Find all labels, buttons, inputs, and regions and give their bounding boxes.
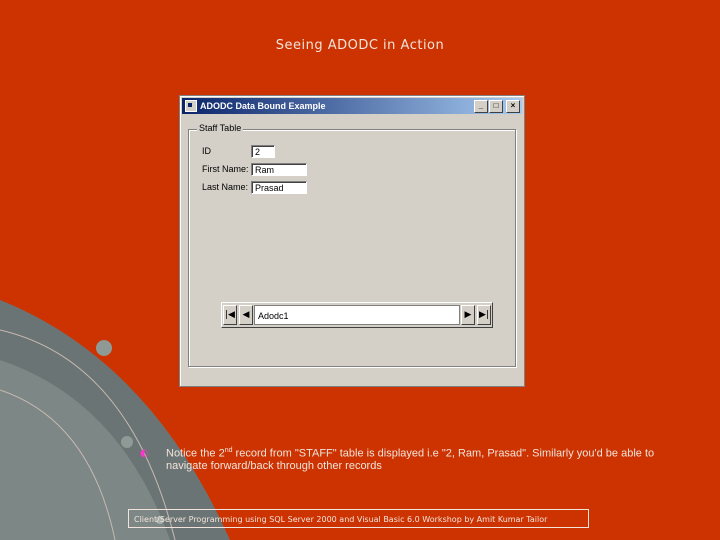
note-superscript: nd — [224, 447, 233, 454]
app-icon — [185, 100, 197, 112]
note-prefix: Notice the 2 — [166, 447, 225, 460]
first-record-button[interactable]: |◀ — [223, 305, 237, 325]
id-field[interactable]: 2 — [251, 145, 275, 158]
adodc-caption: Adodc1 — [254, 305, 460, 325]
maximize-button[interactable]: □ — [489, 99, 503, 113]
close-button[interactable]: × — [506, 99, 520, 113]
last-name-label: Last Name: — [202, 182, 249, 192]
minimize-button[interactable]: _ — [474, 99, 488, 113]
slide-title: Seeing ADODC in Action — [275, 38, 445, 53]
bullet-icon: ◐ — [140, 448, 149, 459]
first-name-field[interactable]: Ram — [251, 163, 307, 176]
previous-record-button[interactable]: ◀ — [239, 305, 253, 325]
note-rest: record from "STAFF" table is displayed i… — [166, 447, 655, 472]
window-title: ADODC Data Bound Example — [200, 101, 326, 111]
id-label: ID — [202, 146, 211, 156]
window-titlebar[interactable]: ADODC Data Bound Example _ □ × — [182, 98, 522, 114]
first-name-label: First Name: — [202, 164, 249, 174]
group-label: Staff Table — [197, 123, 244, 133]
staff-table-group: Staff Table ID 2 First Name: Ram Last Na… — [188, 123, 516, 367]
adodc-control: |◀ ◀ Adodc1 ▶ ▶| — [221, 302, 493, 328]
adodc-window: ADODC Data Bound Example _ □ × Staff Tab… — [179, 95, 525, 387]
note-text: Notice the 2nd record from "STAFF" table… — [166, 445, 681, 472]
next-record-button[interactable]: ▶ — [461, 305, 475, 325]
last-record-button[interactable]: ▶| — [477, 305, 491, 325]
footer-text: Client/Server Programming using SQL Serv… — [128, 509, 589, 528]
last-name-field[interactable]: Prasad — [251, 181, 307, 194]
